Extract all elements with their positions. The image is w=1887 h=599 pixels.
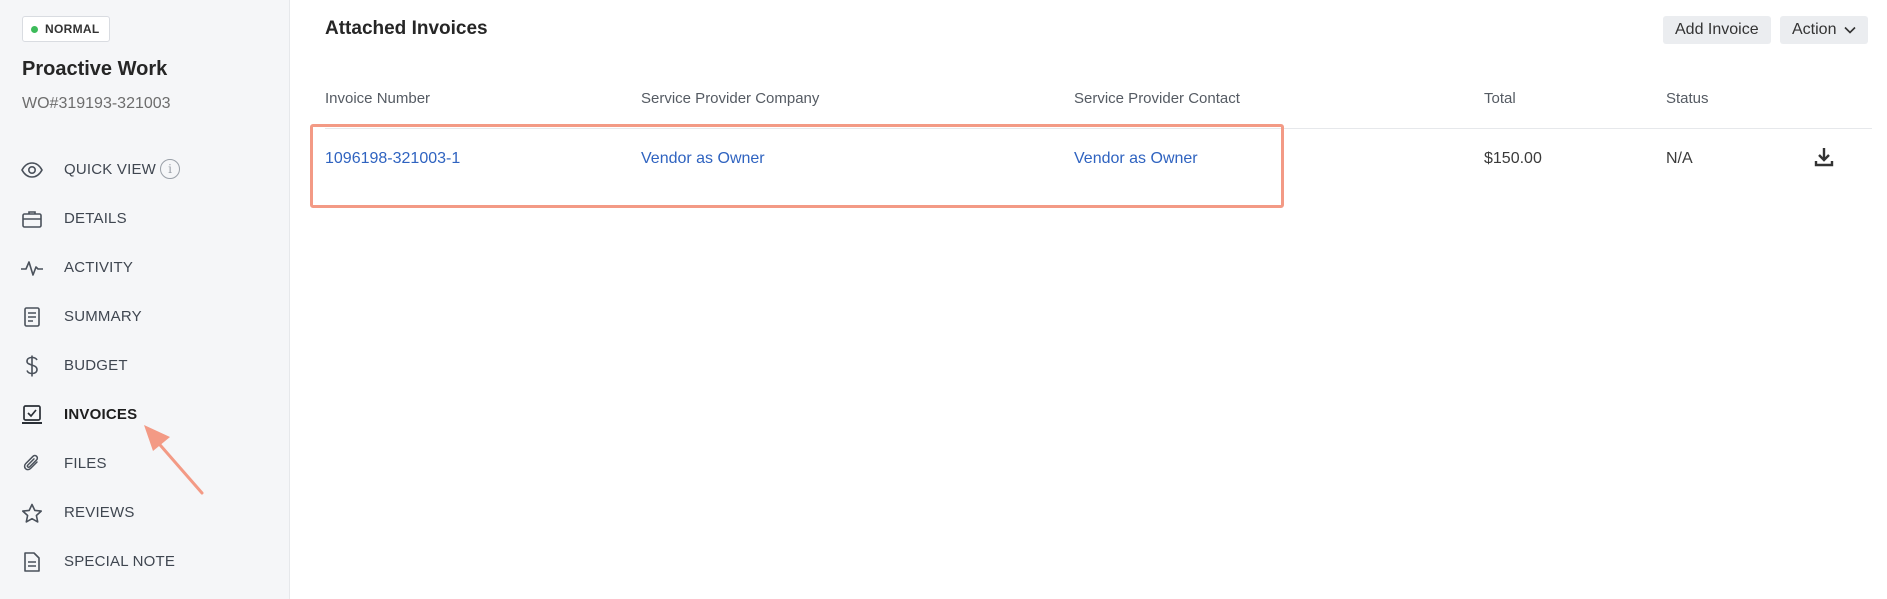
sidebar-item-special-note[interactable]: SPECIAL NOTE xyxy=(0,542,290,580)
page-title: Attached Invoices xyxy=(325,18,488,39)
sidebar-item-files[interactable]: FILES xyxy=(0,444,290,482)
sidebar: NORMAL Proactive Work WO#319193-321003 Q… xyxy=(0,0,290,599)
invoice-number-link[interactable]: 1096198-321003-1 xyxy=(325,150,460,168)
dollar-icon xyxy=(20,355,44,377)
sidebar-item-label: QUICK VIEW xyxy=(64,160,157,178)
sidebar-item-label: INVOICES xyxy=(64,405,138,423)
pulse-icon xyxy=(20,257,44,279)
eye-icon xyxy=(20,159,44,181)
column-header-total[interactable]: Total xyxy=(1484,90,1516,107)
table-header-divider xyxy=(325,128,1872,129)
column-header-invoice-number[interactable]: Invoice Number xyxy=(325,90,430,107)
app: NORMAL Proactive Work WO#319193-321003 Q… xyxy=(0,0,1887,599)
briefcase-icon xyxy=(20,208,44,230)
main-content: Attached Invoices Add Invoice Action Inv… xyxy=(290,0,1887,599)
company-link[interactable]: Vendor as Owner xyxy=(641,150,765,168)
sidebar-item-quick-view[interactable]: QUICK VIEW i xyxy=(0,150,290,188)
add-invoice-button[interactable]: Add Invoice xyxy=(1663,16,1771,44)
chevron-down-icon xyxy=(1844,26,1857,34)
sidebar-item-label: SPECIAL NOTE xyxy=(64,552,176,570)
sidebar-item-invoices[interactable]: INVOICES xyxy=(0,395,290,433)
status-dot-icon xyxy=(31,25,38,33)
priority-badge: NORMAL xyxy=(22,16,111,42)
sidebar-item-label: BUDGET xyxy=(64,356,128,374)
sidebar-item-reviews[interactable]: REVIEWS xyxy=(0,493,290,531)
sidebar-item-summary[interactable]: SUMMARY xyxy=(0,297,290,335)
star-icon xyxy=(20,502,44,524)
invoice-icon xyxy=(20,404,44,426)
note-icon xyxy=(20,551,44,573)
invoice-status: N/A xyxy=(1666,150,1693,167)
paperclip-icon xyxy=(20,453,44,475)
action-dropdown-button[interactable]: Action xyxy=(1780,16,1869,44)
sidebar-item-activity[interactable]: ACTIVITY xyxy=(0,248,290,286)
priority-badge-label: NORMAL xyxy=(45,22,100,36)
add-invoice-label: Add Invoice xyxy=(1675,21,1759,38)
sidebar-item-budget[interactable]: BUDGET xyxy=(0,346,290,384)
sidebar-item-label: DETAILS xyxy=(64,209,127,227)
work-order-number: WO#319193-321003 xyxy=(22,95,171,112)
action-label: Action xyxy=(1792,21,1837,38)
contact-link[interactable]: Vendor as Owner xyxy=(1074,150,1198,168)
invoice-total: $150.00 xyxy=(1484,150,1542,167)
sidebar-item-details[interactable]: DETAILS xyxy=(0,199,290,237)
column-header-company[interactable]: Service Provider Company xyxy=(641,90,819,107)
download-icon[interactable] xyxy=(1813,146,1835,168)
work-order-title: Proactive Work xyxy=(22,58,168,80)
sidebar-item-label: REVIEWS xyxy=(64,503,135,521)
column-header-contact[interactable]: Service Provider Contact xyxy=(1074,90,1240,107)
document-icon xyxy=(20,306,44,328)
sidebar-item-label: FILES xyxy=(64,454,107,472)
column-header-status[interactable]: Status xyxy=(1666,90,1709,107)
info-icon[interactable]: i xyxy=(160,159,180,179)
sidebar-item-label: SUMMARY xyxy=(64,307,142,325)
sidebar-item-label: ACTIVITY xyxy=(64,258,134,276)
